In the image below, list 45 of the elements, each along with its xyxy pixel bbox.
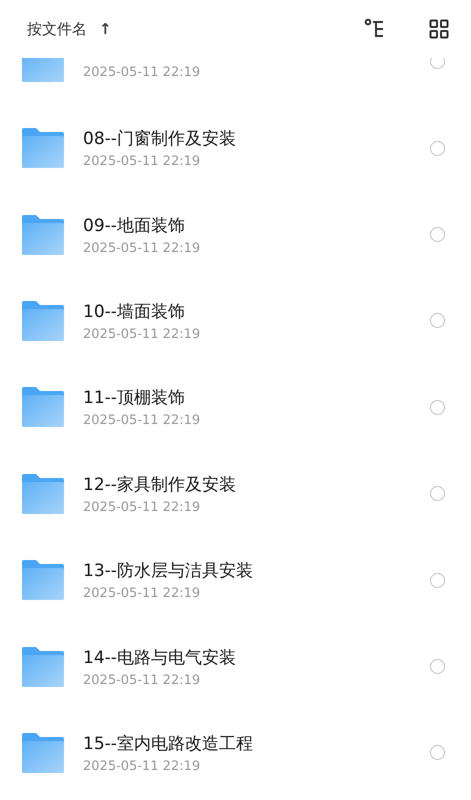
folder-icon [22, 560, 64, 600]
folder-icon [22, 732, 64, 773]
file-row[interactable]: 13--防水层与洁具安装 2025-05-11 22:19 [0, 536, 471, 624]
folder-name: 15--室内电路改造工程 [83, 732, 254, 755]
file-row[interactable]: 14--电路与电气安装 2025-05-11 22:19 [0, 623, 471, 710]
folder-icon [22, 128, 64, 168]
select-radio[interactable] [430, 400, 445, 415]
folder-icon [22, 474, 64, 514]
modified-date: 2025-05-11 22:19 [83, 672, 202, 688]
folder-name: 12--家具制作及安装 [83, 474, 237, 496]
select-radio[interactable] [430, 313, 445, 328]
grid-view-icon[interactable] [427, 17, 451, 41]
select-radio[interactable] [430, 486, 445, 502]
sort-label[interactable]: 按文件名 [27, 20, 87, 38]
modified-date: 2025-05-11 22:19 [83, 500, 202, 515]
modified-date: 2025-05-11 22:19 [83, 413, 202, 428]
select-radio[interactable] [430, 572, 445, 588]
folder-name: 14--电路与电气安装 [83, 646, 237, 669]
modified-date: 2025-05-11 22:19 [83, 154, 202, 170]
modified-date: 2025-05-11 22:19 [83, 326, 202, 342]
file-row[interactable]: 08--门窗制作及安装 2025-05-11 22:19 [0, 105, 471, 192]
folder-name: 10--墙面装饰 [83, 300, 186, 323]
modified-date: 2025-05-11 22:19 [83, 758, 202, 774]
modified-date: 2025-05-11 22:19 [83, 65, 202, 80]
folder-name: 11--顶棚装饰 [83, 387, 186, 410]
folder-icon [22, 300, 64, 341]
file-row[interactable]: 11--顶棚装饰 2025-05-11 22:19 [0, 364, 471, 451]
select-radio[interactable] [430, 659, 445, 674]
modified-date: 2025-05-11 22:19 [83, 240, 202, 256]
select-radio[interactable] [430, 227, 445, 242]
folder-icon [22, 387, 64, 428]
file-row[interactable]: 12--家具制作及安装 2025-05-11 22:19 [0, 450, 471, 537]
modified-date: 2025-05-11 22:19 [83, 586, 202, 602]
folder-name: 13--防水层与洁具安装 [83, 560, 254, 582]
select-radio[interactable] [430, 140, 445, 156]
file-row[interactable]: 09--地面装饰 2025-05-11 22:19 [0, 191, 471, 278]
folder-icon [22, 646, 64, 687]
folder-name: 09--地面装饰 [83, 214, 186, 237]
file-row[interactable]: 10--墙面装饰 2025-05-11 22:19 [0, 278, 471, 364]
folder-icon [22, 214, 64, 255]
file-row[interactable]: 15--室内电路改造工程 2025-05-11 22:19 [0, 710, 471, 796]
select-radio[interactable] [430, 58, 445, 70]
sort-arrow[interactable]: ↑ [99, 20, 112, 38]
select-radio[interactable] [430, 745, 445, 760]
folder-name: 08--门窗制作及安装 [83, 128, 237, 150]
